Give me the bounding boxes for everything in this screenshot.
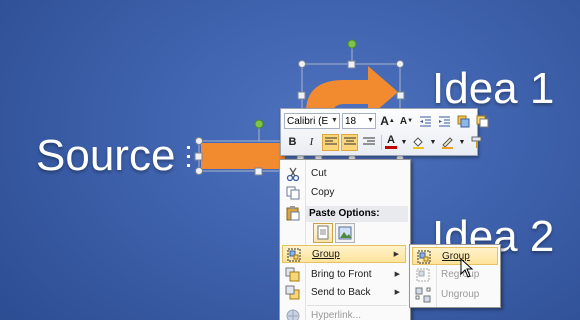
chevron-down-icon: ▼ (331, 117, 338, 124)
align-left-button[interactable] (322, 133, 339, 151)
paste-picture-button[interactable] (335, 223, 355, 243)
copy-icon (286, 186, 300, 200)
chevron-down-icon[interactable]: ▼ (458, 134, 466, 151)
arrange-button[interactable] (474, 113, 491, 130)
font-name-combo[interactable]: Calibri (E ▼ (284, 113, 340, 129)
menu-item-hyperlink[interactable]: Hyperlink... (282, 307, 406, 320)
resize-handle[interactable] (297, 91, 306, 100)
align-right-button[interactable] (360, 134, 377, 151)
slide-canvas[interactable]: Source Idea 1 Idea 2 Calibri (E ▼ 18 ▼ A… (0, 0, 580, 320)
shape-outline-button[interactable] (439, 134, 456, 151)
resize-handle[interactable] (194, 152, 203, 161)
submenu-arrow-icon: ▶ (393, 251, 399, 258)
idea1-textbox[interactable]: Idea 1 (432, 64, 554, 114)
submenu-item-regroup[interactable]: Regroup (412, 266, 498, 284)
menu-item-send-to-back[interactable]: Send to Back ▶ (282, 284, 406, 302)
text-cursor-marks (187, 146, 190, 167)
decrease-indent-button[interactable] (417, 113, 434, 130)
menu-item-label: Group (312, 249, 340, 260)
grow-arrow-icon: ▲ (388, 118, 395, 124)
shape-styles-icon (457, 115, 470, 127)
rotation-handle[interactable] (254, 119, 264, 129)
menu-item-group[interactable]: Group ▶ (282, 245, 406, 263)
menu-item-label: Hyperlink... (311, 310, 362, 320)
rotation-handle[interactable] (347, 39, 357, 49)
align-left-icon (324, 137, 337, 145)
align-right-icon (362, 137, 375, 145)
resize-handle[interactable] (396, 91, 405, 100)
context-menu: Cut Copy Paste Options: Group ▶ Bring to… (279, 159, 411, 320)
submenu-item-label: Ungroup (441, 289, 480, 300)
menu-divider (307, 305, 407, 306)
resize-handle[interactable] (254, 167, 263, 176)
increase-indent-button[interactable] (436, 113, 453, 130)
ungroup-icon (415, 287, 431, 303)
shrink-font-button[interactable]: A ▼ (398, 113, 415, 130)
clipboard-icon (286, 206, 300, 221)
menu-item-cut[interactable]: Cut (282, 165, 406, 183)
chevron-down-icon: ▼ (367, 117, 374, 124)
scissors-icon (286, 167, 300, 182)
bring-to-front-icon (285, 267, 300, 282)
font-size-combo[interactable]: 18 ▼ (342, 113, 376, 129)
resize-handle[interactable] (195, 137, 203, 145)
regroup-icon (416, 268, 430, 282)
format-painter-button[interactable] (468, 134, 485, 151)
shrink-arrow-icon: ▼ (407, 118, 414, 124)
submenu-arrow-icon: ▶ (394, 271, 400, 278)
paste-options-header: Paste Options: (306, 206, 408, 222)
group-icon (417, 250, 431, 264)
italic-button[interactable]: I (303, 134, 320, 151)
chevron-down-icon[interactable]: ▼ (400, 134, 408, 151)
menu-item-label: Cut (311, 168, 327, 179)
font-color-button[interactable]: A (384, 134, 398, 151)
toolbar-divider (381, 134, 382, 150)
group-submenu: Group Regroup Ungroup (409, 244, 501, 308)
format-painter-icon (471, 136, 482, 148)
resize-handle[interactable] (347, 60, 356, 69)
shape-fill-button[interactable] (410, 134, 427, 151)
shape-fill-icon (413, 136, 424, 149)
center-button[interactable] (341, 133, 358, 151)
bold-button[interactable]: B (284, 134, 301, 151)
submenu-arrow-icon: ▶ (394, 289, 400, 296)
source-connector-shape[interactable] (201, 143, 285, 169)
menu-item-label: Copy (311, 187, 335, 198)
resize-handle[interactable] (396, 60, 404, 68)
chevron-down-icon[interactable]: ▼ (429, 134, 437, 151)
menu-item-bring-to-front[interactable]: Bring to Front ▶ (282, 266, 406, 284)
increase-indent-icon (439, 116, 450, 127)
menu-item-copy[interactable]: Copy (282, 184, 406, 202)
send-to-back-icon (285, 285, 300, 300)
menu-item-label: Send to Back (311, 287, 371, 298)
submenu-item-group[interactable]: Group (412, 247, 498, 265)
paste-text-icon (317, 225, 329, 240)
arrange-icon (476, 115, 489, 127)
resize-handle[interactable] (298, 60, 306, 68)
paste-keep-text-button[interactable] (313, 223, 333, 243)
submenu-item-ungroup[interactable]: Ungroup (412, 286, 498, 304)
center-icon (343, 137, 356, 145)
menu-item-label: Bring to Front (311, 269, 372, 280)
globe-link-icon (286, 309, 300, 320)
resize-handle[interactable] (195, 167, 203, 175)
font-size-value: 18 (345, 115, 357, 127)
font-color-swatch (385, 146, 397, 149)
font-name-value: Calibri (E (287, 115, 329, 127)
mouse-pointer-icon (460, 258, 474, 278)
shape-styles-button[interactable] (455, 113, 472, 130)
grow-font-button[interactable]: A ▲ (379, 113, 396, 130)
decrease-indent-icon (420, 116, 431, 127)
source-textbox[interactable]: Source (36, 131, 175, 181)
paste-picture-icon (338, 226, 352, 240)
mini-toolbar: Calibri (E ▼ 18 ▼ A ▲ A ▼ B I A ▼ ▼ ▼ (280, 108, 489, 156)
group-icon (287, 248, 301, 262)
shape-outline-icon (442, 136, 453, 149)
